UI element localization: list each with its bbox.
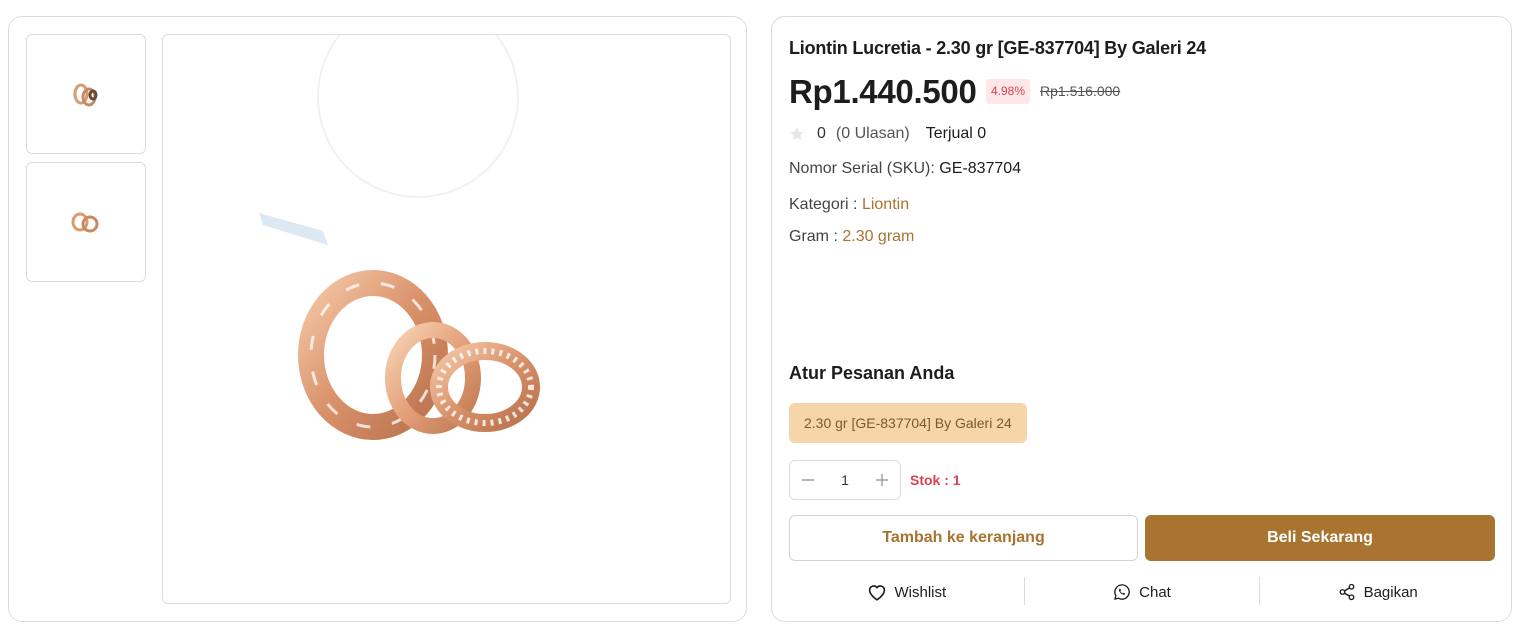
sold-count: Terjual 0 xyxy=(925,125,987,142)
quantity-stepper xyxy=(789,460,901,500)
share-label: Bagikan xyxy=(1363,583,1418,601)
thumbnail-2[interactable] xyxy=(26,162,146,282)
product-price: Rp1.440.500 xyxy=(789,73,977,110)
sku-row: Nomor Serial (SKU): GE-837704 xyxy=(789,160,1021,178)
rating-row: 0 (0 Ulasan) Terjual 0 xyxy=(789,124,986,144)
category-row: Kategori : Liontin xyxy=(789,196,909,214)
star-icon xyxy=(790,127,804,141)
product-info-panel: Liontin Lucretia - 2.30 gr [GE-837704] B… xyxy=(771,16,1512,622)
plus-icon xyxy=(876,474,888,486)
sku-label: Nomor Serial (SKU): xyxy=(789,160,935,177)
original-price: Rp1.516.000 xyxy=(1040,83,1121,99)
decrease-quantity-button[interactable] xyxy=(790,461,826,499)
chat-label: Chat xyxy=(1139,583,1171,601)
product-title: Liontin Lucretia - 2.30 gr [GE-837704] B… xyxy=(789,38,1206,58)
stock-label: Stok : 1 xyxy=(910,472,961,488)
share-icon xyxy=(1339,583,1354,601)
discount-badge: 4.98% xyxy=(986,79,1031,104)
wishlist-button[interactable]: Wishlist xyxy=(789,577,1024,607)
increase-quantity-button[interactable] xyxy=(864,461,900,499)
order-heading: Atur Pesanan Anda xyxy=(789,363,955,383)
chat-button[interactable]: Chat xyxy=(1025,577,1260,607)
heart-icon xyxy=(868,585,885,601)
whatsapp-icon xyxy=(1114,584,1131,600)
main-product-image[interactable] xyxy=(162,34,731,604)
sku-value: GE-837704 xyxy=(939,160,1022,177)
action-bar: Wishlist Chat Bagikan xyxy=(789,577,1495,607)
ring-pendant-image xyxy=(259,35,540,440)
add-to-cart-button[interactable]: Tambah ke keranjang xyxy=(789,515,1138,561)
rating-value: 0 xyxy=(817,125,826,142)
ring-thumbnail-image xyxy=(73,83,98,107)
wishlist-label: Wishlist xyxy=(894,583,947,601)
thumbnail-1[interactable] xyxy=(26,34,146,154)
category-link[interactable]: Liontin xyxy=(862,196,909,213)
gram-value: 2.30 gram xyxy=(842,228,915,245)
category-label: Kategori : xyxy=(789,196,858,213)
minus-icon xyxy=(802,479,814,481)
ring-thumbnail-image xyxy=(71,212,99,233)
review-count[interactable]: (0 Ulasan) xyxy=(836,125,910,143)
product-gallery xyxy=(8,16,747,622)
gram-row: Gram : 2.30 gram xyxy=(789,228,914,246)
gram-label: Gram : xyxy=(789,228,838,245)
share-button[interactable]: Bagikan xyxy=(1260,577,1495,607)
buy-now-button[interactable]: Beli Sekarang xyxy=(1145,515,1495,561)
quantity-input[interactable] xyxy=(826,465,864,495)
variant-option[interactable]: 2.30 gr [GE-837704] By Galeri 24 xyxy=(789,403,1027,443)
